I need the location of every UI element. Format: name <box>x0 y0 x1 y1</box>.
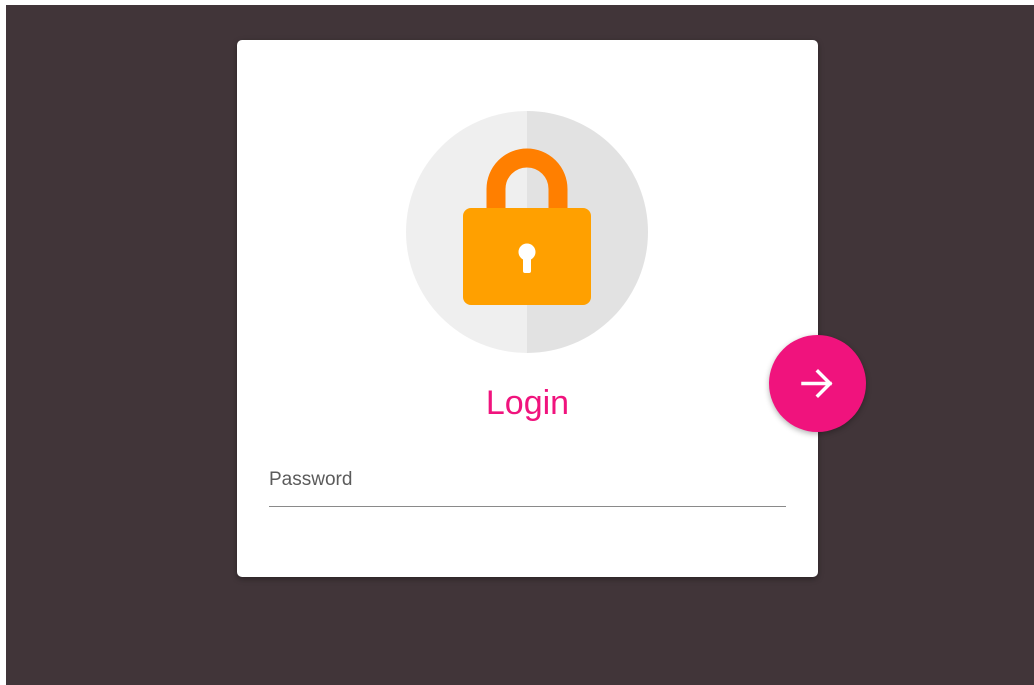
login-title: Login <box>485 384 570 422</box>
submit-login-button[interactable] <box>769 335 866 432</box>
arrow-right-icon <box>801 369 833 398</box>
lock-illustration <box>406 111 648 353</box>
login-screen-background: Login <box>6 5 1034 685</box>
password-input[interactable] <box>269 458 786 507</box>
password-field <box>269 458 786 507</box>
login-card: Login <box>237 40 818 577</box>
padlock-icon <box>463 148 591 305</box>
